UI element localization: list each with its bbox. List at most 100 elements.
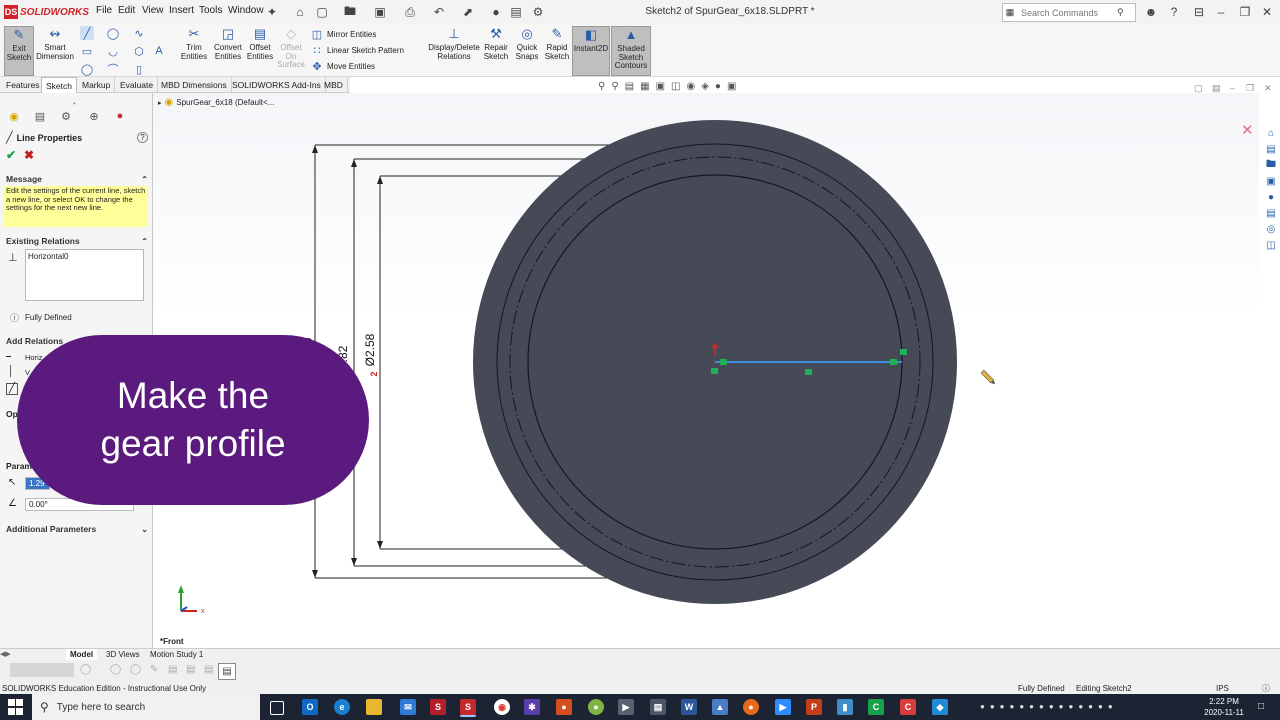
shaded-sketch-contours-button[interactable]: ▲ Shaded Sketch Contours bbox=[611, 26, 651, 76]
tab-evaluate[interactable]: Evaluate bbox=[116, 77, 159, 92]
solidworks-taskbar-icon[interactable]: S bbox=[430, 699, 446, 715]
view-orientation-icon[interactable]: ◫ bbox=[671, 81, 680, 95]
linear-sketch-pattern-item[interactable]: ∷ Linear Sketch Pattern bbox=[310, 42, 426, 58]
home-icon[interactable]: ⌂ bbox=[292, 4, 308, 20]
add-relations-header[interactable]: Add Relations bbox=[6, 335, 66, 347]
file-explorer-icon[interactable] bbox=[366, 699, 382, 715]
undo-icon[interactable]: ↶ bbox=[431, 4, 447, 20]
app-icon[interactable]: ◆ bbox=[932, 699, 948, 715]
arc-tool-icon[interactable]: ◡ bbox=[106, 44, 120, 58]
app-icon[interactable]: ● bbox=[588, 699, 604, 715]
configuration-manager-tab-icon[interactable]: ⚙ bbox=[58, 109, 74, 123]
tab-model[interactable]: Model bbox=[66, 649, 98, 660]
feature-tree-part[interactable]: ▸ ◉ SpurGear_6x18 (Default<... bbox=[158, 97, 274, 108]
app-icon[interactable]: ▲ bbox=[712, 699, 728, 715]
new-document-icon[interactable]: ▢ bbox=[314, 4, 330, 20]
slot-tool-icon[interactable]: ◯ bbox=[80, 62, 94, 76]
quick-snaps-button[interactable]: ◎ Quick Snaps bbox=[513, 26, 541, 74]
additional-parameters-header[interactable]: Additional Parameters ⌄ bbox=[6, 523, 148, 535]
tab-scroll-icon[interactable]: ◀▶ bbox=[0, 650, 11, 658]
help-icon[interactable]: ? bbox=[137, 132, 148, 143]
solidworks-forum-icon[interactable]: ◎ bbox=[1264, 223, 1278, 235]
task-view-icon[interactable] bbox=[270, 701, 284, 715]
app-icon[interactable]: ▤ bbox=[650, 699, 666, 715]
property-manager-tab-icon[interactable]: ▤ bbox=[32, 109, 48, 123]
search-commands-input[interactable] bbox=[1017, 7, 1117, 18]
existing-relations-list[interactable]: Horizontal0 bbox=[25, 249, 144, 301]
fix-relation-icon[interactable]: ╱ bbox=[6, 383, 18, 395]
viewport-close-icon[interactable]: ✕ bbox=[1264, 83, 1272, 94]
tab-mbd[interactable]: MBD bbox=[320, 77, 348, 92]
ok-checkmark-icon[interactable]: ✔ bbox=[6, 148, 16, 162]
coincident-relation-glyph[interactable] bbox=[900, 349, 907, 355]
dimension-text-2.58[interactable]: Ø2.58 bbox=[363, 333, 377, 366]
restore-icon[interactable]: ❐ bbox=[1236, 4, 1254, 20]
taskbar-search-box[interactable]: ⚲ Type here to search bbox=[32, 694, 260, 720]
zoom-to-fit-icon[interactable]: ⚲ bbox=[598, 81, 605, 95]
design-library-icon[interactable]: ▤ bbox=[1264, 143, 1278, 155]
tab-motion-study[interactable]: Motion Study 1 bbox=[146, 649, 207, 660]
tab-features[interactable]: Features bbox=[2, 77, 45, 92]
help-icon[interactable]: ? bbox=[1165, 4, 1183, 20]
display-manager-tab-icon[interactable]: ● bbox=[112, 109, 128, 123]
fillet-tool-icon[interactable]: ⌒ bbox=[106, 62, 120, 76]
mail-icon[interactable]: ✉ bbox=[400, 699, 416, 715]
circle-tool-icon[interactable]: ◯ bbox=[106, 26, 120, 40]
display-style-icon[interactable]: ◉ bbox=[686, 81, 695, 95]
print-icon[interactable]: ⎙ bbox=[402, 4, 418, 20]
solidworks-logo[interactable]: DS SOLIDWORKS bbox=[4, 4, 89, 20]
hide-show-items-icon[interactable]: ◈ bbox=[701, 81, 709, 95]
edit-appearance-icon[interactable]: ● bbox=[715, 81, 721, 95]
pin-icon[interactable]: ✦ bbox=[264, 4, 280, 20]
chrome-icon[interactable]: ◉ bbox=[494, 699, 510, 715]
offset-on-surface-button[interactable]: ◇ Offset On Surface bbox=[277, 26, 305, 74]
display-delete-relations-button[interactable]: ⊥ Display/Delete Relations bbox=[428, 26, 480, 74]
collapse-chevron-icon[interactable]: ⌃ bbox=[141, 175, 148, 184]
3d-experience-icon[interactable]: ◫ bbox=[1264, 239, 1278, 251]
unit-system[interactable]: IPS bbox=[1216, 684, 1229, 693]
section-view-icon[interactable]: ▦ bbox=[640, 81, 649, 95]
system-tray-icons[interactable]: ●●●●●●●●●●●●●● bbox=[980, 702, 1118, 711]
zoom-to-area-icon[interactable]: ⚲ bbox=[611, 81, 618, 95]
panel-splitter-icon[interactable]: • bbox=[73, 99, 76, 108]
user-account-icon[interactable]: ☻ bbox=[1142, 4, 1160, 20]
search-icon[interactable]: ⚲ bbox=[1117, 7, 1124, 18]
file-explorer-icon[interactable]: 🖿 bbox=[1264, 159, 1278, 171]
repair-sketch-button[interactable]: ⚒ Repair Sketch bbox=[482, 26, 510, 74]
viewport-split-icon[interactable]: ▤ bbox=[1212, 83, 1221, 94]
expand-arrow-icon[interactable]: ▸ bbox=[158, 99, 162, 107]
edge-icon[interactable]: e bbox=[334, 699, 350, 715]
status-info-icon[interactable]: ⓘ bbox=[1262, 683, 1270, 694]
app-icon[interactable]: ▮ bbox=[837, 699, 853, 715]
polygon-tool-icon[interactable]: ⬡ bbox=[132, 44, 146, 58]
taskbar-clock[interactable]: 2:22 PM 2020-11-11 bbox=[1198, 696, 1250, 718]
horizontal-relation-icon[interactable]: ⎯ bbox=[6, 351, 11, 362]
convert-entities-button[interactable]: ◲ Convert Entities bbox=[212, 26, 244, 74]
visual-studio-icon[interactable]: ✱ bbox=[524, 699, 540, 715]
app-icon[interactable]: ● bbox=[556, 699, 572, 715]
mirror-entities-item[interactable]: ◫ Mirror Entities bbox=[310, 26, 426, 42]
toggle-view-icon[interactable]: ▤ bbox=[218, 663, 236, 680]
minimize-icon[interactable]: – bbox=[1212, 4, 1230, 20]
tab-markup[interactable]: Markup bbox=[78, 77, 116, 92]
apply-scene-icon[interactable]: ▣ bbox=[727, 81, 736, 95]
menu-collapse-icon[interactable]: ⊟ bbox=[1190, 4, 1208, 20]
close-sketch-corner-icon[interactable]: ✕ bbox=[1241, 122, 1254, 139]
vertical-relation-icon[interactable]: │ bbox=[8, 366, 14, 377]
plane-tool-icon[interactable]: ▯ bbox=[132, 62, 146, 76]
move-entities-item[interactable]: ✥ Move Entities bbox=[310, 58, 426, 74]
dimxpert-manager-tab-icon[interactable]: ⊕ bbox=[86, 109, 102, 123]
line-tool-icon[interactable]: ╱ bbox=[80, 26, 94, 40]
options-gear-icon[interactable]: ⚙ bbox=[530, 4, 546, 20]
select-pointer-icon[interactable]: ⬈ bbox=[460, 4, 476, 20]
tab-solidworks-addins[interactable]: SOLIDWORKS Add-Ins bbox=[228, 77, 326, 92]
menu-view[interactable]: View bbox=[142, 5, 164, 16]
custom-properties-icon[interactable]: ▤ bbox=[1264, 207, 1278, 219]
menu-edit[interactable]: Edit bbox=[118, 5, 135, 16]
powerpoint-icon[interactable]: P bbox=[806, 699, 822, 715]
message-section-header[interactable]: Message ⌃ bbox=[6, 173, 148, 185]
collapse-chevron-icon[interactable]: ⌃ bbox=[141, 237, 148, 246]
app-icon[interactable]: C bbox=[868, 699, 884, 715]
word-icon[interactable]: W bbox=[681, 699, 697, 715]
firefox-icon[interactable]: ● bbox=[743, 699, 759, 715]
